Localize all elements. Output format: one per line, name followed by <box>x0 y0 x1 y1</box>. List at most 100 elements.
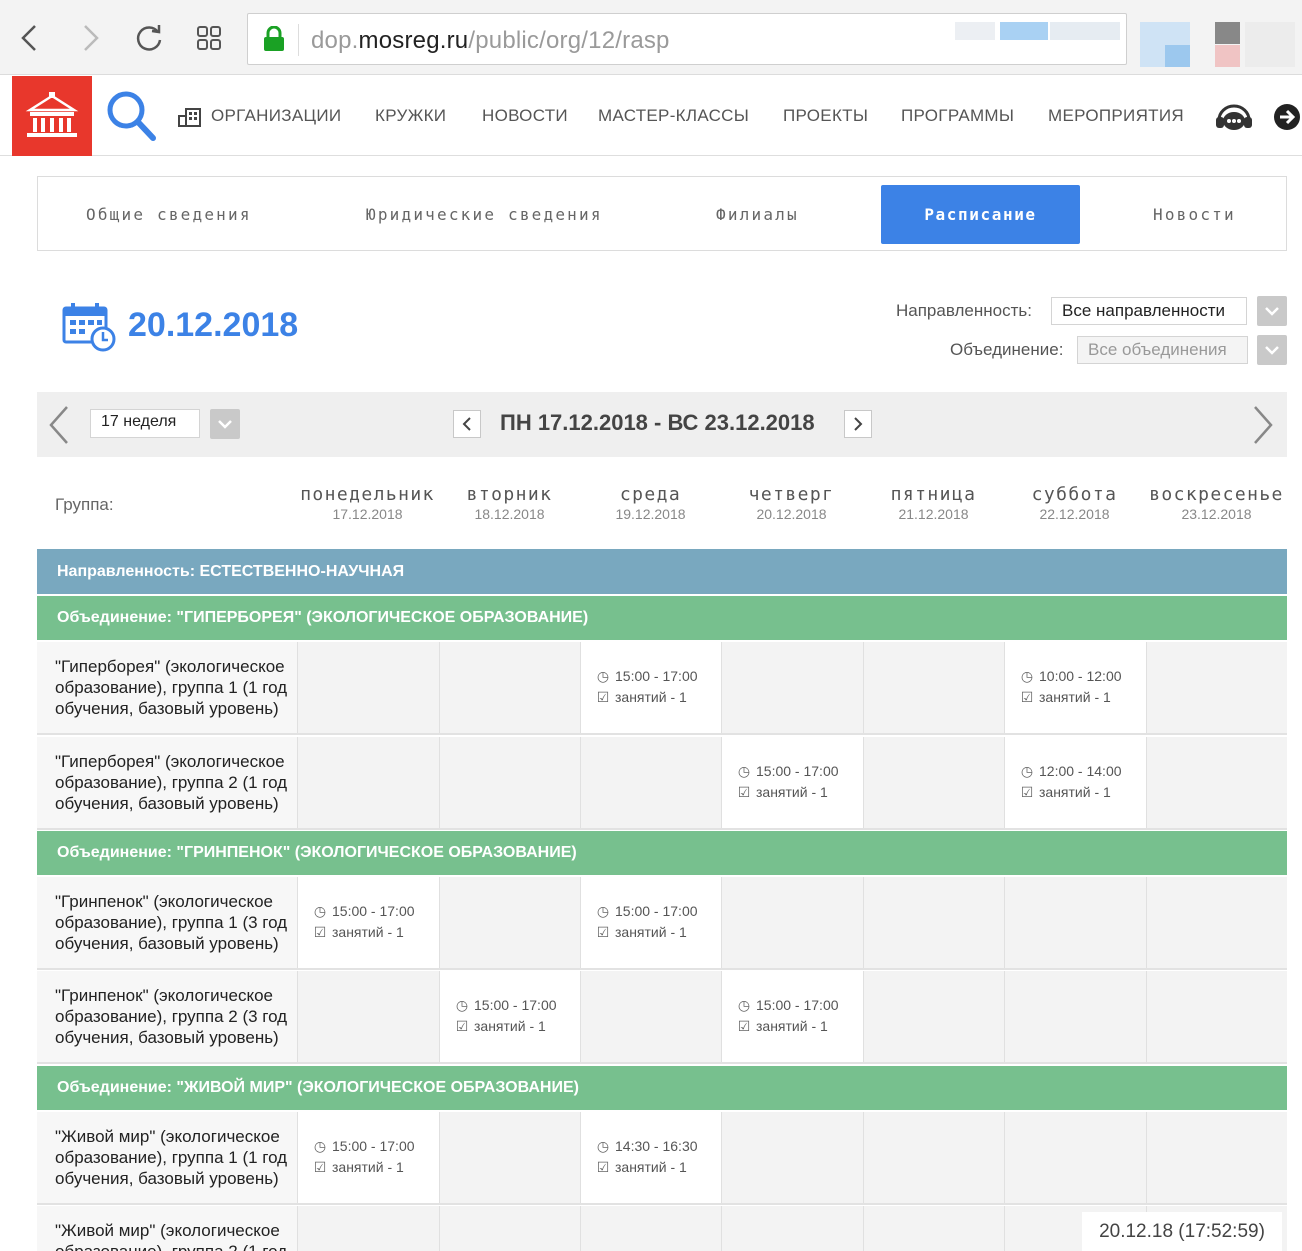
back-arrow-icon <box>21 25 36 51</box>
schedule-cell <box>580 1206 721 1251</box>
lesson-slot[interactable]: ◷ 15:00 - 17:00 ☑ занятий - 1 <box>737 995 839 1037</box>
lesson-count: занятий - 1 <box>1039 784 1111 800</box>
group-name[interactable]: "Гиперборея" (экологическое образование),… <box>55 751 299 814</box>
lesson-slot[interactable]: ◷ 12:00 - 14:00 ☑ занятий - 1 <box>1020 761 1122 803</box>
next-week-button[interactable] <box>844 410 872 438</box>
lesson-count: занятий - 1 <box>615 689 687 705</box>
table-row: "Гиперборея" (экологическое образование),… <box>37 642 1287 735</box>
group-name-line: образование), группа 1 (1 год <box>55 1148 288 1167</box>
lesson-count: занятий - 1 <box>615 924 687 940</box>
lesson-slot[interactable]: ◷ 15:00 - 17:00 ☑ занятий - 1 <box>455 995 557 1037</box>
lesson-slot[interactable]: ◷ 15:00 - 17:00 ☑ занятий - 1 <box>313 1136 415 1178</box>
group-name-line: "Гринпенок" (экологическое <box>55 986 273 1005</box>
lesson-count: занятий - 1 <box>332 1159 404 1175</box>
clock-icon: ◷ <box>455 997 469 1013</box>
schedule-cell[interactable]: ◷ 15:00 - 17:00 ☑ занятий - 1 <box>297 877 439 968</box>
day-date: 18.12.2018 <box>474 506 545 522</box>
group-column-label: Группа: <box>55 495 114 514</box>
schedule-cell <box>297 1206 439 1251</box>
tab-schedule[interactable]: Расписание <box>881 185 1080 244</box>
nav-clubs[interactable]: КРУЖКИ <box>375 106 446 126</box>
union-header: Объединение: "ЖИВОЙ МИР" (ЭКОЛОГИЧЕСКОЕ … <box>37 1066 1287 1110</box>
union-header: Объединение: "ГРИНПЕНОК" (ЭКОЛОГИЧЕСКОЕ … <box>37 831 1287 875</box>
tab-legal[interactable]: Юридические сведения <box>366 205 603 224</box>
group-name[interactable]: "Живой мир" (экологическоеобразование), … <box>55 1220 299 1251</box>
schedule-cell[interactable]: ◷ 10:00 - 12:00 ☑ занятий - 1 <box>1004 642 1146 733</box>
lesson-slot[interactable]: ◷ 10:00 - 12:00 ☑ занятий - 1 <box>1020 666 1122 708</box>
week-range: ПН 17.12.2018 - ВС 23.12.2018 <box>500 410 815 435</box>
group-name[interactable]: "Гиперборея" (экологическое образование),… <box>55 656 299 719</box>
next-week-icon[interactable] <box>1251 404 1275 446</box>
day-date: 17.12.2018 <box>332 506 403 522</box>
reload-icon <box>136 25 162 51</box>
org-tabs: Общие сведения Юридические сведения Фили… <box>37 176 1287 251</box>
day-date: 22.12.2018 <box>1039 506 1110 522</box>
day-date: 23.12.2018 <box>1181 506 1252 522</box>
search-icon[interactable] <box>104 88 160 144</box>
group-name-line: "Гринпенок" (экологическое <box>55 892 273 911</box>
lesson-slot[interactable]: ◷ 15:00 - 17:00 ☑ занятий - 1 <box>596 666 698 708</box>
nav-projects[interactable]: ПРОЕКТЫ <box>783 106 868 126</box>
nav-news[interactable]: НОВОСТИ <box>482 106 568 126</box>
lesson-time: 15:00 - 17:00 <box>615 903 698 919</box>
group-name[interactable]: "Живой мир" (экологическоеобразование), … <box>55 1126 299 1189</box>
week-select-dropdown[interactable] <box>210 409 240 439</box>
schedule-cell[interactable]: ◷ 15:00 - 17:00 ☑ занятий - 1 <box>297 1112 439 1203</box>
schedule-cell[interactable]: ◷ 15:00 - 17:00 ☑ занятий - 1 <box>580 642 721 733</box>
checkbox-icon: ☑ <box>313 924 327 940</box>
tab-general[interactable]: Общие сведения <box>86 205 252 224</box>
address-bar[interactable]: dop.mosreg.ru/public/org/12/rasp <box>247 13 1127 65</box>
lesson-slot[interactable]: ◷ 15:00 - 17:00 ☑ занятий - 1 <box>596 901 698 943</box>
schedule-cell <box>439 1206 580 1251</box>
day-name: воскресенье <box>1149 484 1284 505</box>
building-logo-icon <box>25 92 79 137</box>
schedule-cell <box>580 737 721 828</box>
group-name[interactable]: "Гринпенок" (экологическое образование), … <box>55 891 299 954</box>
group-name[interactable]: "Гринпенок" (экологическое образование), … <box>55 985 299 1048</box>
schedule-cell[interactable]: ◷ 14:30 - 16:30 ☑ занятий - 1 <box>580 1112 721 1203</box>
back-button[interactable] <box>12 18 46 58</box>
group-name-line: обучения, базовый уровень) <box>55 699 279 718</box>
browser-toolbar: dop.mosreg.ru/public/org/12/rasp <box>0 0 1302 75</box>
nav-programs[interactable]: ПРОГРАММЫ <box>901 106 1014 126</box>
checkbox-icon: ☑ <box>596 1159 610 1175</box>
nav-organizations[interactable]: ОРГАНИЗАЦИИ <box>211 106 341 126</box>
schedule-cell[interactable]: ◷ 12:00 - 14:00 ☑ занятий - 1 <box>1004 737 1146 828</box>
union-title: Объединение: "ГИПЕРБОРЕЯ" (ЭКОЛОГИЧЕСКОЕ… <box>57 609 589 626</box>
apps-button[interactable] <box>192 18 226 58</box>
checkbox-icon: ☑ <box>737 784 751 800</box>
chat-support-icon[interactable] <box>1214 100 1254 134</box>
reload-button[interactable] <box>132 18 166 58</box>
schedule-cell <box>863 877 1004 968</box>
forward-button[interactable] <box>74 18 108 58</box>
tab-branches[interactable]: Филиалы <box>716 205 799 224</box>
day-name: пятница <box>890 484 977 505</box>
group-name-line: обучения, базовый уровень) <box>55 794 279 813</box>
lesson-slot[interactable]: ◷ 14:30 - 16:30 ☑ занятий - 1 <box>596 1136 698 1178</box>
schedule-cell <box>863 1112 1004 1203</box>
prev-week-icon[interactable] <box>47 404 71 446</box>
tab-news[interactable]: Новости <box>1153 205 1236 224</box>
day-date: 21.12.2018 <box>898 506 969 522</box>
union-filter-dropdown[interactable] <box>1257 335 1287 365</box>
lesson-time: 15:00 - 17:00 <box>474 997 557 1013</box>
union-filter-select[interactable]: Все объединения <box>1077 336 1248 364</box>
group-name-line: "Гиперборея" (экологическое <box>55 752 285 771</box>
focus-filter-select[interactable]: Все направленности <box>1051 297 1247 325</box>
lesson-slot[interactable]: ◷ 15:00 - 17:00 ☑ занятий - 1 <box>313 901 415 943</box>
prev-week-button[interactable] <box>453 410 481 438</box>
week-select[interactable]: 17 неделя <box>90 409 200 438</box>
login-arrow-icon[interactable] <box>1272 102 1302 132</box>
nav-events[interactable]: МЕРОПРИЯТИЯ <box>1048 106 1184 126</box>
lesson-slot[interactable]: ◷ 15:00 - 17:00 ☑ занятий - 1 <box>737 761 839 803</box>
week-navigation: 17 неделя ПН 17.12.2018 - ВС 23.12.2018 <box>37 392 1287 457</box>
schedule-cell[interactable]: ◷ 15:00 - 17:00 ☑ занятий - 1 <box>721 737 863 828</box>
lesson-count: занятий - 1 <box>615 1159 687 1175</box>
site-logo[interactable] <box>12 76 92 156</box>
schedule-cell[interactable]: ◷ 15:00 - 17:00 ☑ занятий - 1 <box>721 971 863 1062</box>
focus-filter-dropdown[interactable] <box>1257 296 1287 326</box>
schedule-cell <box>297 971 439 1062</box>
schedule-cell[interactable]: ◷ 15:00 - 17:00 ☑ занятий - 1 <box>439 971 580 1062</box>
schedule-cell[interactable]: ◷ 15:00 - 17:00 ☑ занятий - 1 <box>580 877 721 968</box>
nav-master-classes[interactable]: МАСТЕР-КЛАССЫ <box>598 106 749 126</box>
